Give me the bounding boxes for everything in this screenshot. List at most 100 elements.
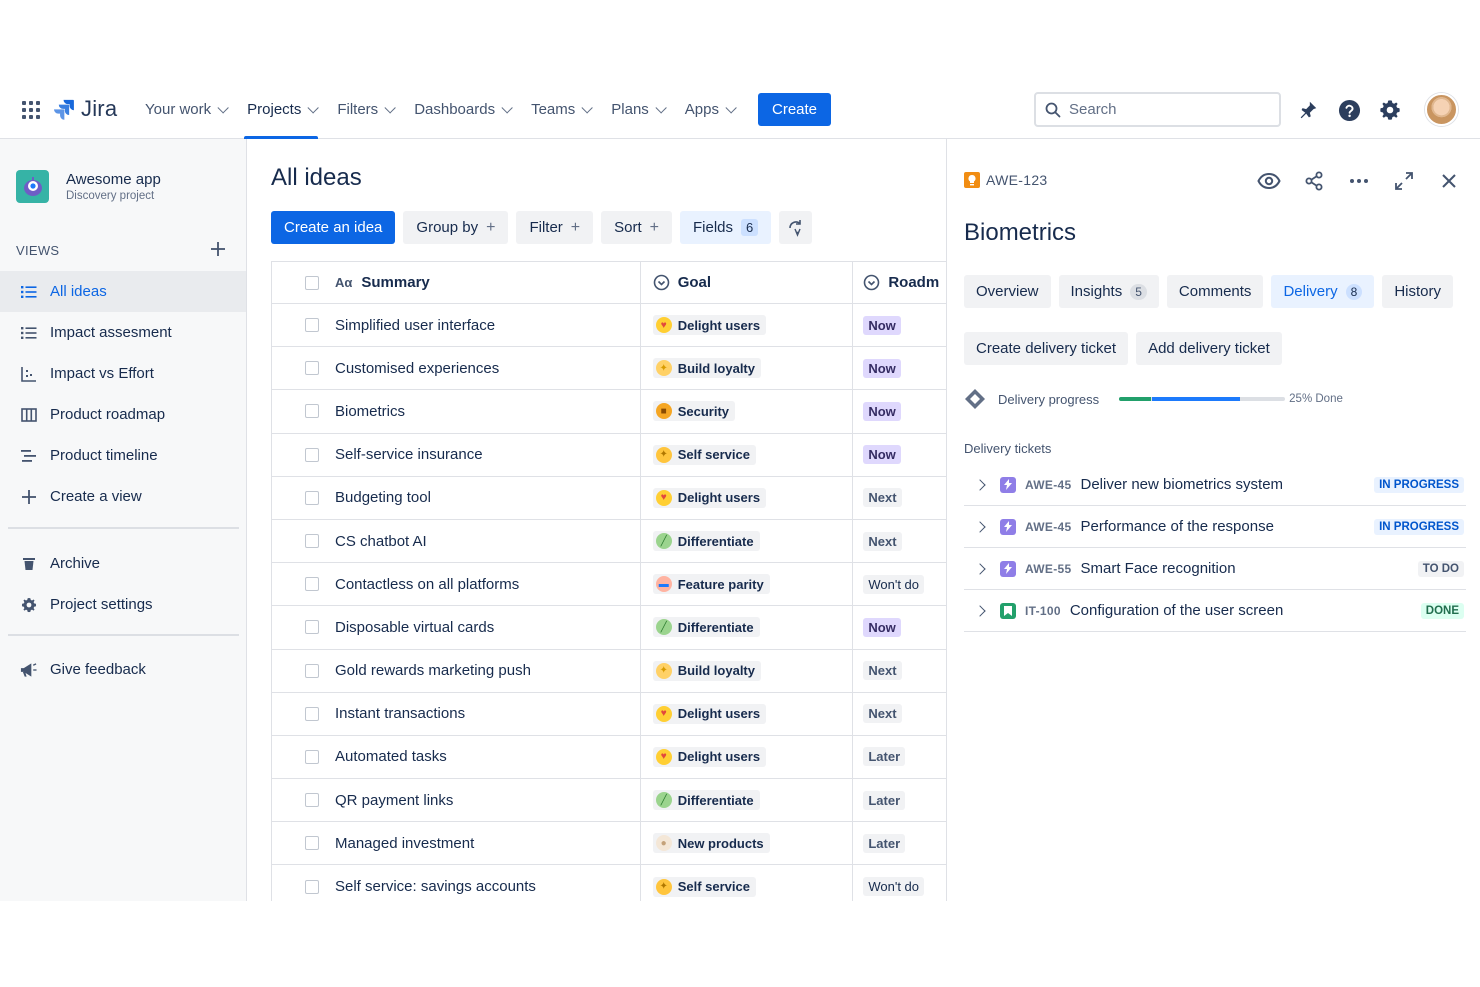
- roadmap-cell[interactable]: Later: [853, 779, 947, 821]
- filter-button[interactable]: Filter +: [516, 211, 594, 244]
- goal-tag[interactable]: ✦ Self service: [652, 444, 756, 465]
- select-all-checkbox[interactable]: [305, 275, 319, 290]
- delivery-ticket-row[interactable]: IT-100 Configuration of the user screen DO…: [964, 590, 1466, 632]
- row-checkbox[interactable]: [305, 361, 319, 376]
- sidebar-item-give-feedback[interactable]: Give feedback: [0, 649, 246, 690]
- sidebar-item-impact-assesment[interactable]: Impact assesment: [0, 312, 246, 353]
- ticket-key[interactable]: AWE-45: [1025, 520, 1071, 534]
- chevron-right-icon[interactable]: [974, 562, 986, 575]
- summary-cell[interactable]: Budgeting tool: [271, 476, 641, 519]
- more-actions-icon[interactable]: [1347, 169, 1371, 193]
- table-row[interactable]: CS chatbot AI ╱ Differentiate Next: [271, 519, 947, 564]
- sidebar-item-create-a-view[interactable]: Create a view: [0, 476, 246, 517]
- sidebar-item-product-timeline[interactable]: Product timeline: [0, 435, 246, 476]
- summary-cell[interactable]: Biometrics: [271, 390, 641, 433]
- summary-cell[interactable]: Instant transactions: [271, 692, 641, 735]
- idea-summary[interactable]: Customised experiences: [335, 360, 499, 377]
- goal-cell[interactable]: ♥ Delight users: [641, 692, 854, 735]
- add-view-plus-icon[interactable]: [209, 240, 227, 258]
- nav-item-your-work[interactable]: Your work: [134, 80, 236, 139]
- roadmap-tag[interactable]: Next: [863, 488, 902, 508]
- roadmap-cell[interactable]: Won't do: [853, 563, 947, 605]
- idea-summary[interactable]: Managed investment: [335, 835, 474, 852]
- goal-tag[interactable]: ♥ Delight users: [652, 703, 767, 724]
- table-row[interactable]: Gold rewards marketing push ✦ Build loyalt…: [271, 649, 947, 693]
- sidebar-item-all-ideas[interactable]: All ideas: [0, 271, 246, 312]
- table-row[interactable]: Simplified user interface ♥ Delight users N…: [271, 304, 947, 348]
- summary-cell[interactable]: CS chatbot AI: [271, 519, 641, 563]
- goal-cell[interactable]: ╱ Differentiate: [641, 519, 854, 563]
- group-by-button[interactable]: Group by +: [403, 211, 509, 244]
- add-delivery-ticket-button[interactable]: Add delivery ticket: [1136, 332, 1282, 365]
- roadmap-tag[interactable]: Now: [863, 315, 901, 335]
- idea-summary[interactable]: Self service: savings accounts: [335, 878, 536, 895]
- sidebar-item-product-roadmap[interactable]: Product roadmap: [0, 394, 246, 435]
- goal-tag[interactable]: ♥ Delight users: [652, 487, 767, 508]
- idea-summary[interactable]: Gold rewards marketing push: [335, 662, 531, 679]
- goal-tag[interactable]: ✦ Build loyalty: [652, 660, 761, 681]
- sidebar-item-impact-vs-effort[interactable]: Impact vs Effort: [0, 353, 246, 394]
- summary-cell[interactable]: Gold rewards marketing push: [271, 649, 641, 692]
- roadmap-tag[interactable]: Next: [863, 704, 902, 724]
- summary-cell[interactable]: QR payment links: [271, 779, 641, 822]
- summary-cell[interactable]: Disposable virtual cards: [271, 606, 641, 649]
- roadmap-cell[interactable]: Next: [853, 693, 947, 735]
- summary-cell[interactable]: Customised experiences: [271, 347, 641, 390]
- row-checkbox[interactable]: [305, 404, 319, 419]
- row-checkbox[interactable]: [305, 663, 319, 678]
- nav-item-dashboards[interactable]: Dashboards: [403, 80, 520, 139]
- column-roadmap[interactable]: Roadm: [853, 262, 947, 303]
- chevron-right-icon[interactable]: [974, 478, 986, 491]
- roadmap-cell[interactable]: Now: [853, 347, 947, 389]
- summary-cell[interactable]: Self-service insurance: [271, 433, 641, 476]
- sidebar-item-archive[interactable]: Archive: [0, 543, 246, 584]
- goal-tag[interactable]: ♥ Delight users: [652, 746, 767, 767]
- goal-tag[interactable]: ▬ Feature parity: [652, 574, 770, 595]
- help-icon[interactable]: [1337, 98, 1361, 122]
- goal-tag[interactable]: ✦ Self service: [652, 876, 756, 897]
- sidebar-item-project-settings[interactable]: Project settings: [0, 584, 246, 625]
- goal-tag[interactable]: ✦ Build loyalty: [652, 358, 761, 379]
- ticket-title[interactable]: Smart Face recognition: [1080, 560, 1417, 577]
- roadmap-tag[interactable]: Later: [863, 747, 906, 767]
- roadmap-cell[interactable]: Now: [853, 434, 947, 476]
- goal-cell[interactable]: ✦ Self service: [641, 865, 854, 901]
- ticket-title[interactable]: Configuration of the user screen: [1070, 602, 1421, 619]
- goal-cell[interactable]: ╱ Differentiate: [641, 779, 854, 822]
- summary-cell[interactable]: Simplified user interface: [271, 304, 641, 347]
- nav-item-filters[interactable]: Filters: [326, 80, 403, 139]
- goal-cell[interactable]: ♥ Delight users: [641, 304, 854, 347]
- idea-summary[interactable]: QR payment links: [335, 792, 453, 809]
- roadmap-cell[interactable]: Won't do: [853, 865, 947, 901]
- close-icon[interactable]: [1437, 169, 1461, 193]
- summary-cell[interactable]: Contactless on all platforms: [271, 563, 641, 606]
- roadmap-cell[interactable]: Next: [853, 520, 947, 562]
- roadmap-tag[interactable]: Later: [863, 833, 906, 853]
- tab-insights[interactable]: Insights 5: [1058, 275, 1159, 308]
- search-box[interactable]: [1034, 92, 1281, 127]
- row-checkbox[interactable]: [305, 577, 319, 592]
- roadmap-tag[interactable]: Next: [863, 661, 902, 681]
- nav-item-plans[interactable]: Plans: [600, 80, 674, 139]
- search-input[interactable]: [1069, 101, 1259, 118]
- delivery-ticket-row[interactable]: AWE-45 Deliver new biometrics system IN PR…: [964, 464, 1466, 506]
- goal-tag[interactable]: ● New products: [652, 833, 770, 854]
- expand-icon[interactable]: [1392, 169, 1416, 193]
- idea-summary[interactable]: CS chatbot AI: [335, 533, 427, 550]
- watch-eye-icon[interactable]: [1257, 169, 1281, 193]
- nav-item-apps[interactable]: Apps: [674, 80, 744, 139]
- table-row[interactable]: Disposable virtual cards ╱ Differentiate No…: [271, 606, 947, 650]
- idea-summary[interactable]: Self-service insurance: [335, 446, 483, 463]
- row-checkbox[interactable]: [305, 318, 319, 333]
- idea-summary[interactable]: Simplified user interface: [335, 317, 495, 334]
- roadmap-cell[interactable]: Later: [853, 822, 947, 864]
- roadmap-tag[interactable]: Next: [863, 531, 902, 551]
- row-checkbox[interactable]: [305, 534, 319, 549]
- idea-summary[interactable]: Budgeting tool: [335, 489, 431, 506]
- create-button[interactable]: Create: [758, 93, 832, 126]
- fields-button[interactable]: Fields 6: [680, 211, 772, 244]
- goal-cell[interactable]: ✦ Self service: [641, 433, 854, 476]
- user-avatar[interactable]: [1425, 93, 1458, 126]
- create-delivery-ticket-button[interactable]: Create delivery ticket: [964, 332, 1129, 365]
- project-header[interactable]: Awesome app Discovery project: [16, 170, 161, 203]
